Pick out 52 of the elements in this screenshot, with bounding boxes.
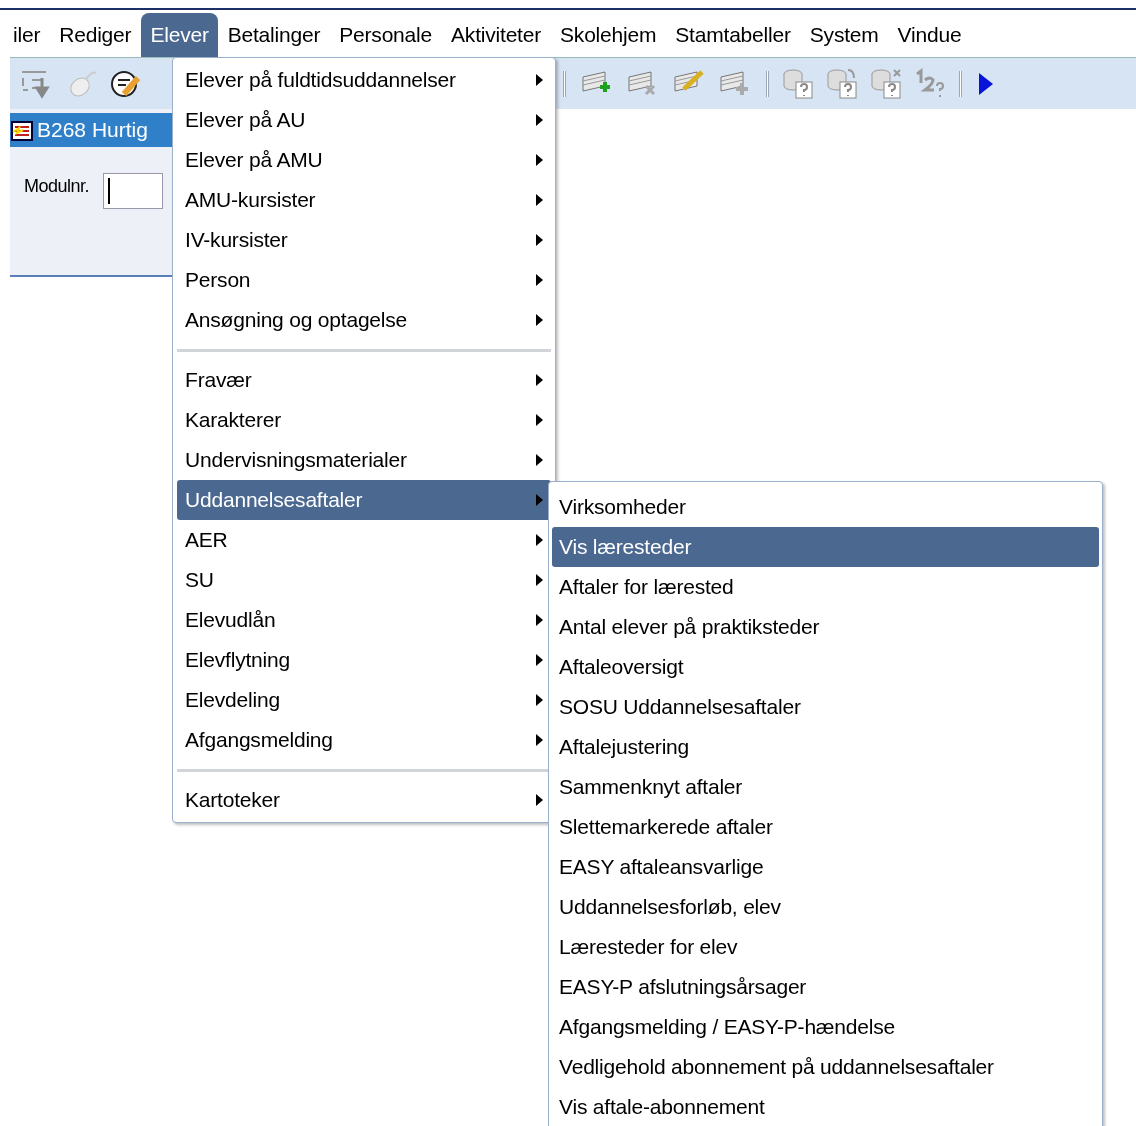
menu-item[interactable]: Karakterer — [177, 400, 551, 440]
menu-item[interactable]: IV-kursister — [177, 220, 551, 260]
menu-item[interactable]: Fravær — [177, 360, 551, 400]
database-query-icon[interactable] — [782, 67, 816, 100]
menu-item[interactable]: Elevflytning — [177, 640, 551, 680]
menu-bar-item[interactable]: Betalinger — [218, 13, 330, 57]
menu-item[interactable]: EASY-P afslutningsårsager — [552, 967, 1099, 1007]
menu-item[interactable]: Elevudlån — [177, 600, 551, 640]
menu-item[interactable]: Ansøgning og optagelse — [177, 300, 551, 340]
form-icon — [10, 118, 34, 142]
menu-item[interactable]: SU — [177, 560, 551, 600]
menu-item[interactable]: Læresteder for elev — [552, 927, 1099, 967]
menu-bar-item[interactable]: Vindue — [888, 13, 971, 57]
menu-bar-item[interactable]: Skolehjem — [551, 13, 666, 57]
menu-item[interactable]: Aftaler for lærested — [552, 567, 1099, 607]
menu-item[interactable]: EASY aftaleansvarlige — [552, 847, 1099, 887]
menu-bar-item[interactable]: Aktiviteter — [442, 13, 551, 57]
menu-bar-item[interactable]: iler — [4, 13, 50, 57]
menu-item[interactable]: Antal elever på praktiksteder — [552, 607, 1099, 647]
menu-item[interactable]: AER — [177, 520, 551, 560]
menu-item[interactable]: AMU-kursister — [177, 180, 551, 220]
input-field[interactable] — [103, 173, 164, 209]
numbering-icon[interactable] — [913, 67, 947, 100]
menu-item[interactable]: Afgangsmelding / EASY-P-hændelse — [552, 1007, 1099, 1047]
menu-item[interactable]: Vedligehold abonnement på uddannelsesaftaler — [552, 1047, 1099, 1087]
menu-item[interactable]: Elever på fuldtidsuddannelser — [177, 60, 551, 100]
menu-item[interactable]: Elever på AU — [177, 100, 551, 140]
menu-item[interactable]: Uddannelsesaftaler — [177, 480, 551, 520]
menu-item[interactable]: Elever på AMU — [177, 140, 551, 180]
menu-item[interactable]: Kartoteker — [177, 780, 551, 820]
menu-item[interactable]: Sammenknyt aftaler — [552, 767, 1099, 807]
menu-bar-item[interactable]: Personale — [330, 13, 442, 57]
menu-bar-item[interactable]: Stamtabeller — [666, 13, 800, 57]
menu-item[interactable]: Virksomheder — [552, 487, 1099, 527]
menu-bar-item[interactable]: Rediger — [50, 13, 141, 57]
menu-item[interactable]: Elevdeling — [177, 680, 551, 720]
menu-item[interactable]: Aftaleoversigt — [552, 647, 1099, 687]
menu-item[interactable]: Uddannelsesforløb, elev — [552, 887, 1099, 927]
window-title: B268 Hurtig — [37, 117, 148, 144]
menu-item[interactable]: Vis læresteder — [552, 527, 1099, 567]
menu-item[interactable]: Aftalejustering — [552, 727, 1099, 767]
menu-item[interactable]: Person — [177, 260, 551, 300]
database-query-icon[interactable] — [826, 67, 860, 100]
menu-item[interactable]: Slettemarkerede aftaler — [552, 807, 1099, 847]
menu-bar-item[interactable]: System — [800, 13, 888, 57]
database-query-icon[interactable] — [870, 67, 904, 100]
menu-item[interactable]: Afgangsmelding — [177, 720, 551, 760]
menu-item[interactable]: Vis aftale-abonnement — [552, 1087, 1099, 1126]
menu-item[interactable]: Undervisningsmaterialer — [177, 440, 551, 480]
menu-bar-item[interactable]: Elever — [141, 13, 218, 57]
field-label: Modulnr. — [24, 175, 90, 198]
menu-item[interactable]: SOSU Uddannelsesaftaler — [552, 687, 1099, 727]
